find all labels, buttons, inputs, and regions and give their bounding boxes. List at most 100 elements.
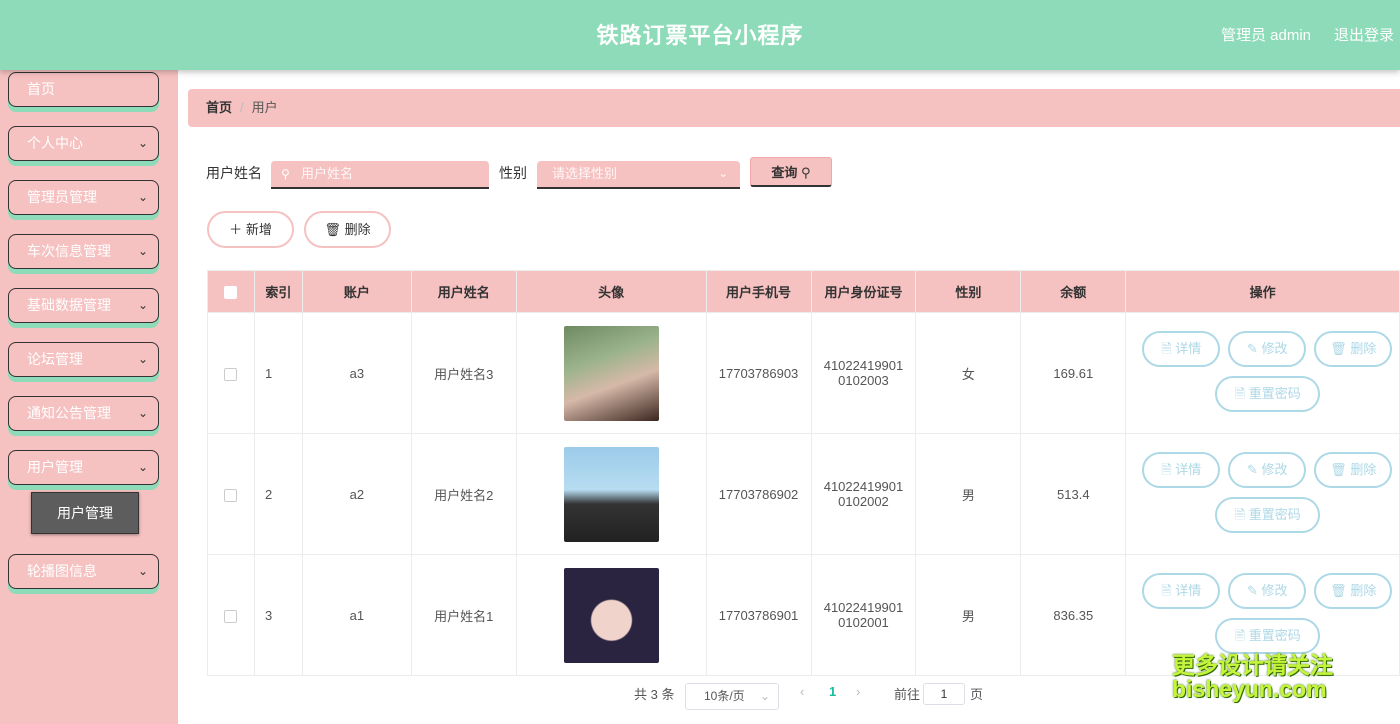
row-checkbox-cell (207, 312, 255, 434)
table-row: 2 a2 用户姓名2 17703786902 41022419901 010200… (207, 433, 1400, 555)
sidebar-subitem-user-management[interactable]: 用户管理 (31, 492, 139, 534)
sidebar-item-admin-management[interactable]: 管理员管理 ⌄ (8, 180, 159, 215)
sidebar-item-label: 车次信息管理 (27, 243, 111, 259)
id-line2: 0102002 (838, 494, 889, 509)
sidebar-item-notice[interactable]: 通知公告管理 ⌄ (8, 396, 159, 431)
trash-icon: 🗑 (1330, 341, 1347, 356)
add-label: 新增 (245, 222, 272, 237)
sidebar-item-home[interactable]: 首页 (8, 72, 159, 107)
delete-button[interactable]: 🗑 删除 (1314, 573, 1393, 609)
row-checkbox[interactable] (224, 609, 238, 623)
avatar (563, 325, 659, 421)
row-checkbox[interactable] (224, 488, 238, 502)
watermark-line2: bisheyun.com (1172, 676, 1327, 702)
name-search-label: 用户姓名 (206, 165, 262, 181)
breadcrumb: 首页 / 用户 (188, 89, 1400, 127)
sidebar-item-personal-center[interactable]: 个人中心 ⌄ (8, 126, 159, 161)
delete-label: 删除 (1350, 462, 1377, 477)
reset-password-button[interactable]: 🗎 重置密码 (1215, 376, 1321, 412)
sidebar-item-user-management[interactable]: 用户管理 ⌄ (8, 450, 159, 485)
sidebar-item-label: 首页 (27, 81, 55, 97)
page-number-current[interactable]: 1 (829, 684, 836, 699)
sidebar-item-train-management[interactable]: 车次信息管理 ⌄ (8, 234, 159, 269)
pagination-total: 共 3 条 (634, 687, 675, 702)
column-header: 索引 (253, 270, 303, 313)
chevron-down-icon: ⌄ (137, 460, 148, 474)
document-icon: 🗎 (1234, 386, 1246, 401)
detail-button[interactable]: 🗎 详情 (1142, 573, 1221, 609)
delete-button[interactable]: 🗑 删除 (1314, 331, 1393, 367)
page-size-select[interactable]: 10条/页 ⌄ (685, 683, 779, 710)
sidebar-item-forum[interactable]: 论坛管理 ⌄ (8, 342, 159, 377)
select-all-cell (207, 270, 255, 313)
column-header: 性别 (915, 270, 1022, 313)
id-cell: 41022419901 0102003 (810, 312, 917, 434)
balance-cell: 169.61 (1020, 312, 1127, 434)
add-button[interactable]: ＋ 新增 (207, 211, 294, 248)
index-cell: 3 (253, 554, 303, 676)
avatar (563, 567, 659, 663)
column-header: 用户手机号 (705, 270, 812, 313)
phone-cell: 17703786903 (705, 312, 812, 434)
chevron-down-icon: ⌄ (137, 244, 148, 258)
column-header: 余额 (1020, 270, 1127, 313)
gender-cell: 男 (915, 554, 1022, 676)
column-header: 操作 (1125, 270, 1400, 313)
id-line2: 0102001 (838, 615, 889, 630)
sidebar-item-carousel[interactable]: 轮播图信息 ⌄ (8, 554, 159, 589)
edit-button[interactable]: ✎ 修改 (1228, 573, 1307, 609)
page-unit-label: 页 (970, 687, 984, 702)
account-cell: a2 (301, 433, 412, 555)
document-icon: 🗎 (1234, 507, 1246, 522)
sidebar-item-label: 基础数据管理 (27, 297, 111, 313)
reset-password-button[interactable]: 🗎 重置密码 (1215, 497, 1321, 533)
sidebar-item-label: 轮播图信息 (27, 563, 97, 579)
edit-button[interactable]: ✎ 修改 (1228, 452, 1307, 488)
row-checkbox[interactable] (224, 367, 238, 381)
gender-cell: 女 (915, 312, 1022, 434)
breadcrumb-current: 用户 (251, 100, 278, 115)
batch-delete-button[interactable]: 🗑 删除 (304, 211, 391, 248)
document-icon: 🗎 (1161, 583, 1172, 598)
name-search-input[interactable]: ⚲ 用户姓名 (271, 161, 489, 189)
name-cell: 用户姓名2 (410, 433, 517, 555)
delete-button[interactable]: 🗑 删除 (1314, 452, 1393, 488)
search-icon: ⚲ (281, 167, 290, 181)
trash-icon: 🗑 (1330, 462, 1347, 477)
gender-select[interactable]: 请选择性别 ⌄ (537, 161, 740, 189)
detail-button[interactable]: 🗎 详情 (1142, 452, 1221, 488)
sidebar-item-base-data[interactable]: 基础数据管理 ⌄ (8, 288, 159, 323)
sidebar: 首页 个人中心 ⌄ 管理员管理 ⌄ 车次信息管理 ⌄ 基础数据管理 ⌄ 论坛管理 ⌄ 通知… (0, 70, 178, 724)
edit-button[interactable]: ✎ 修改 (1228, 331, 1307, 367)
breadcrumb-home[interactable]: 首页 (206, 100, 232, 115)
logout-link[interactable]: 退出登录 (1334, 24, 1394, 45)
balance-cell: 513.4 (1020, 433, 1127, 555)
watermark-line1: 更多设计请关注 (1172, 652, 1333, 678)
chevron-down-icon: ⌄ (137, 406, 148, 420)
id-cell: 41022419901 0102002 (810, 433, 917, 555)
admin-label: 管理员 admin (1220, 27, 1311, 44)
chevron-down-icon: ⌄ (137, 564, 148, 578)
goto-page-input[interactable]: 1 (923, 683, 965, 705)
detail-button[interactable]: 🗎 详情 (1142, 331, 1221, 367)
phone-cell: 17703786901 (705, 554, 812, 676)
name-search-placeholder: 用户姓名 (301, 166, 354, 181)
id-line2: 0102003 (838, 373, 889, 388)
prev-page-icon[interactable]: ‹ (800, 684, 804, 699)
chevron-down-icon: ⌄ (137, 352, 148, 366)
query-button[interactable]: 查询 ⚲ (750, 157, 832, 187)
sidebar-item-label: 个人中心 (27, 135, 83, 151)
table-row: 1 a3 用户姓名3 17703786903 41022419901 010200… (207, 312, 1400, 434)
trash-icon: 🗑 (1330, 583, 1347, 598)
next-page-icon[interactable]: › (856, 684, 860, 699)
pencil-icon: ✎ (1246, 341, 1258, 356)
delete-label: 删除 (344, 222, 371, 237)
chevron-down-icon: ⌄ (137, 298, 148, 312)
column-header: 头像 (515, 270, 707, 313)
delete-label: 删除 (1350, 341, 1377, 356)
chevron-down-icon: ⌄ (137, 136, 148, 150)
pencil-icon: ✎ (1246, 462, 1258, 477)
account-cell: a1 (301, 554, 412, 676)
select-all-checkbox[interactable] (224, 286, 238, 300)
reset-label: 重置密码 (1248, 386, 1301, 401)
